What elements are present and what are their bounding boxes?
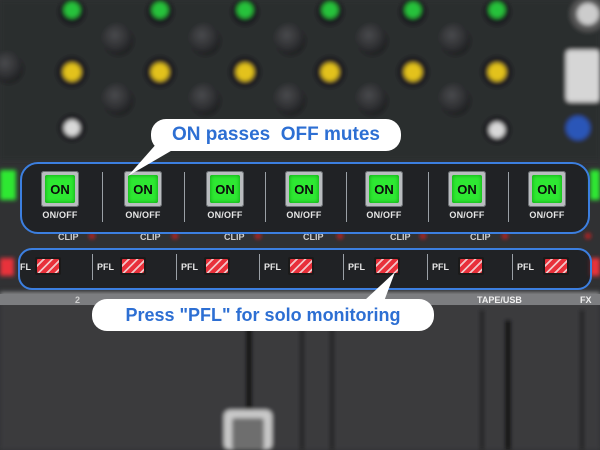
on-lamp: ON [45, 175, 75, 203]
pfl-button-2[interactable] [120, 257, 146, 275]
pfl-label: PFL [432, 262, 449, 272]
pfl-lamp [460, 259, 482, 273]
pfl-label: FL [20, 262, 31, 272]
on-off-caption: ON/OFF [207, 210, 243, 220]
pfl-lamp [206, 259, 228, 273]
mute-on-button-3[interactable]: ON [206, 171, 244, 207]
channel-label-fx: FX [580, 295, 592, 305]
on-lamp: ON [532, 175, 562, 203]
pfl-button-1[interactable] [35, 257, 61, 275]
pfl-lamp [290, 259, 312, 273]
on-lamp: ON [369, 175, 399, 203]
on-off-caption: ON/OFF [286, 210, 322, 220]
on-lamp: ON [289, 175, 319, 203]
pfl-lamp [37, 259, 59, 273]
pfl-label: PFL [97, 262, 114, 272]
mute-on-button-5[interactable]: ON [365, 171, 403, 207]
pfl-button-4[interactable] [288, 257, 314, 275]
pfl-button-6[interactable] [458, 257, 484, 275]
mute-on-button-7[interactable]: ON [528, 171, 566, 207]
mute-on-button-1[interactable]: ON [41, 171, 79, 207]
on-off-callout: ON passes OFF mutes [151, 119, 401, 151]
pfl-lamp [545, 259, 567, 273]
pfl-callout: Press "PFL" for solo monitoring [92, 299, 434, 331]
on-lamp: ON [210, 175, 240, 203]
pfl-lamp [122, 259, 144, 273]
channel-label-2: 2 [75, 295, 81, 305]
pfl-button-3[interactable] [204, 257, 230, 275]
pfl-label: PFL [181, 262, 198, 272]
pfl-label: PFL [264, 262, 281, 272]
on-off-caption: ON/OFF [42, 210, 78, 220]
on-off-caption: ON/OFF [125, 210, 161, 220]
pfl-label: PFL [517, 262, 534, 272]
on-off-caption: ON/OFF [366, 210, 402, 220]
channel-label-tape-usb: TAPE/USB [477, 295, 522, 305]
on-off-caption: ON/OFF [529, 210, 565, 220]
on-off-caption: ON/OFF [449, 210, 485, 220]
pfl-button-7[interactable] [543, 257, 569, 275]
on-lamp: ON [452, 175, 482, 203]
mute-on-button-6[interactable]: ON [448, 171, 486, 207]
mute-on-button-4[interactable]: ON [285, 171, 323, 207]
